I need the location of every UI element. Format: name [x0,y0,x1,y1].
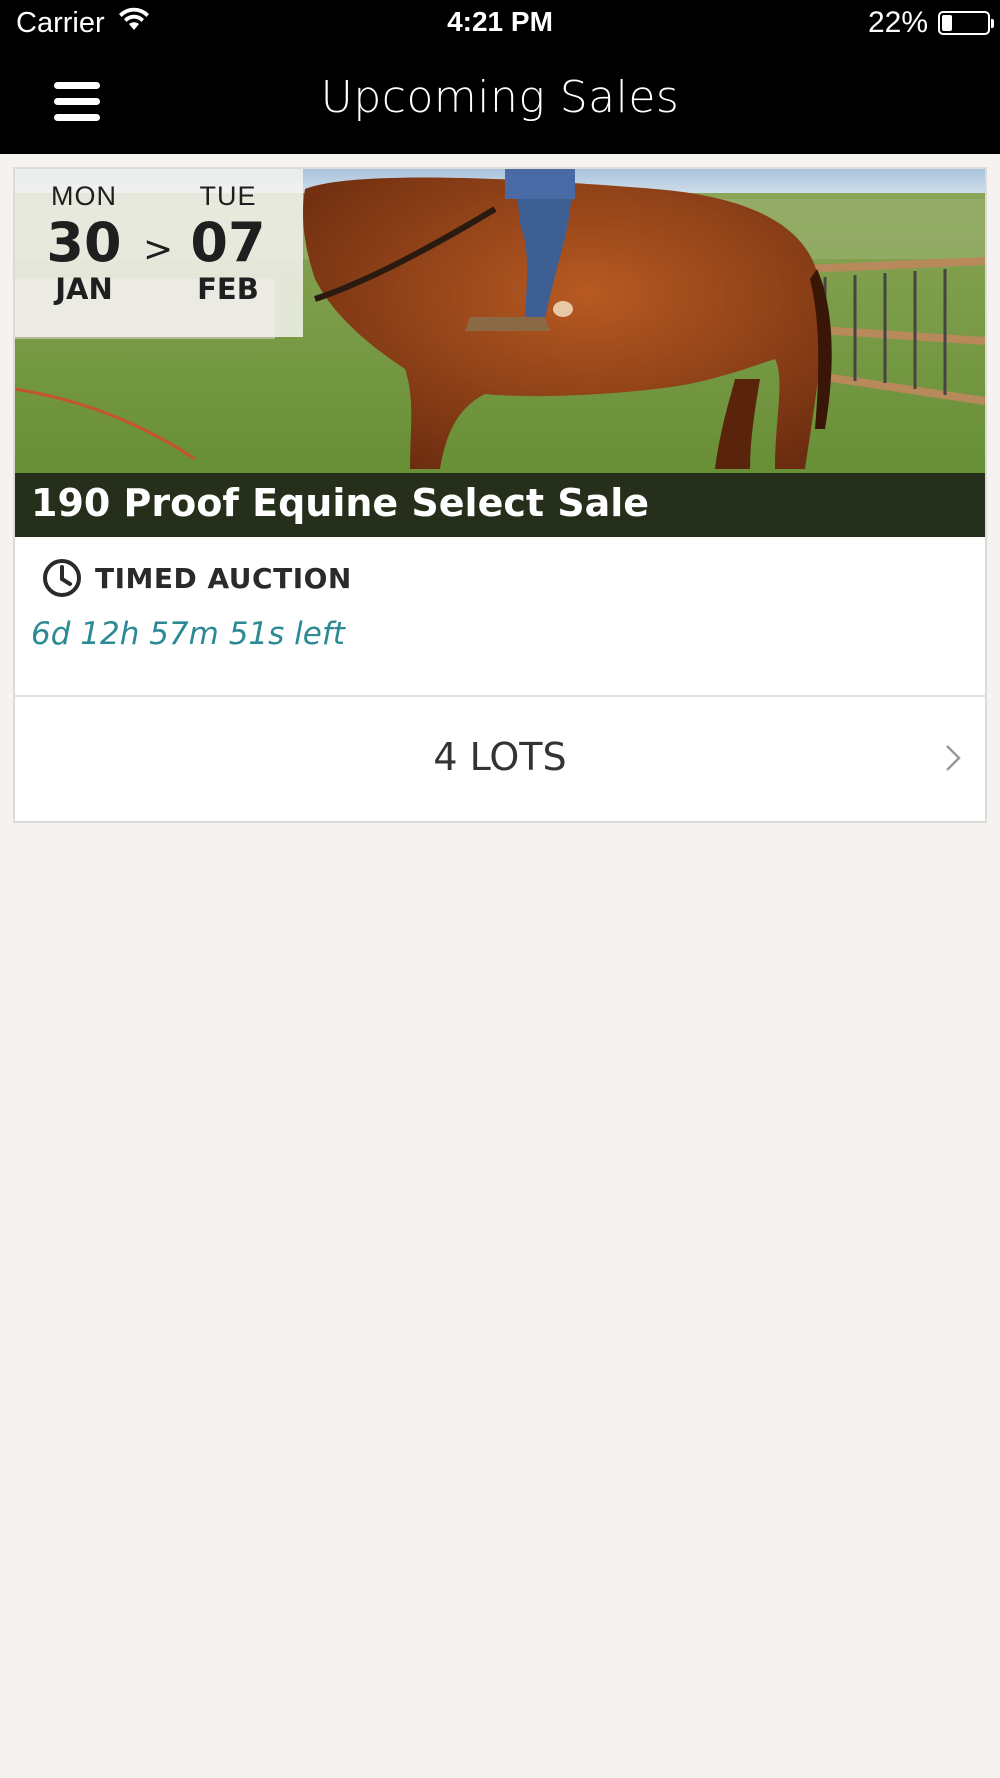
clock-icon [41,557,83,599]
sale-title-bar: 190 Proof Equine Select Sale [15,473,985,537]
battery-icon [938,11,994,35]
sale-date-range: MON 30 JAN > TUE 07 FEB [15,169,303,337]
top-bar: Carrier 4:21 PM 22% Upcoming Sales [0,0,1000,154]
end-date: TUE 07 FEB [173,181,283,304]
auction-type-label: TIMED AUCTION [95,561,352,595]
start-month: JAN [55,272,113,306]
page-title: Upcoming Sales [320,72,680,123]
sale-photo[interactable]: MON 30 JAN > TUE 07 FEB 190 Proof Equine… [15,169,985,537]
end-day: 07 [190,211,266,274]
time-left-countdown: 6d 12h 57m 51s left [31,616,345,652]
end-day-of-week: TUE [199,181,257,211]
sale-card[interactable]: MON 30 JAN > TUE 07 FEB 190 Proof Equine… [13,167,987,823]
battery-level-fill [942,15,952,31]
start-day: 30 [46,211,122,274]
end-month: FEB [197,272,259,306]
lots-label: 4 LOTS [433,735,567,779]
chevron-right-icon [943,743,963,777]
date-range-arrow: > [143,229,174,270]
sale-title[interactable]: 190 Proof Equine Select Sale [31,481,649,525]
start-date: MON 30 JAN [29,181,139,304]
auction-type-row: TIMED AUCTION [41,557,352,599]
status-battery: 22% [867,6,994,40]
lots-button[interactable]: 4 LOTS [15,697,985,821]
battery-percent: 22% [867,6,928,39]
status-time: 4:21 PM [447,6,553,37]
start-day-of-week: MON [51,181,117,211]
